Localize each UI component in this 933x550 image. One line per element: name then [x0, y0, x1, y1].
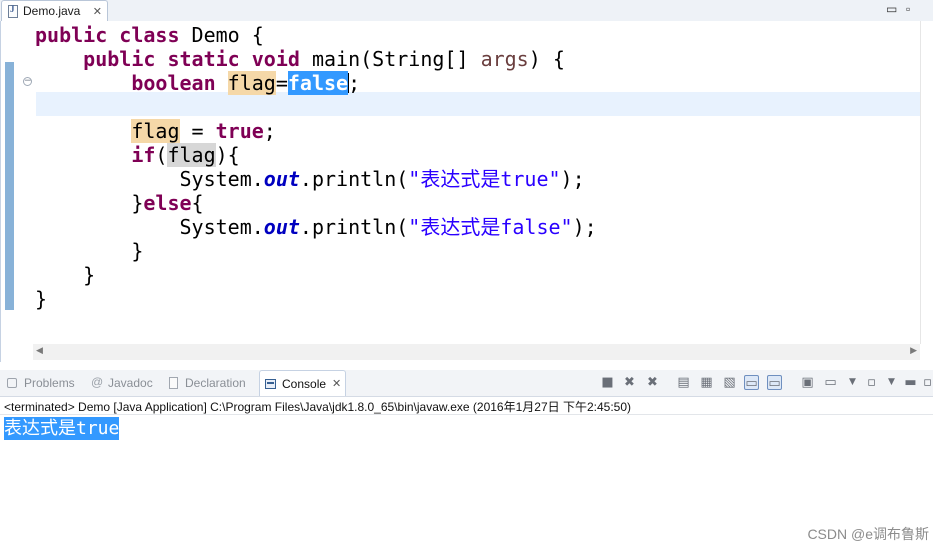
variable-occurrence: flag — [167, 143, 216, 167]
tab-declaration[interactable]: Declaration — [167, 370, 246, 396]
variable-occurrence: flag — [227, 71, 276, 95]
code-text-segment: = — [275, 71, 288, 95]
chevron-down-icon[interactable]: ▼ — [845, 375, 860, 390]
keyword: public — [35, 23, 108, 47]
console-output-text[interactable]: 表达式是true — [4, 417, 120, 440]
code-text-segment: ; — [348, 71, 361, 95]
scroll-left-icon[interactable]: ◀ — [36, 345, 43, 356]
console-icon — [264, 377, 278, 391]
horizontal-scrollbar[interactable]: ◀ ▶ — [33, 344, 920, 360]
console-output-area[interactable] — [0, 415, 933, 550]
overview-ruler[interactable] — [920, 21, 933, 344]
java-file-icon — [8, 4, 18, 18]
code-text[interactable]: public class Demo { public static void m… — [35, 23, 597, 311]
fold-collapse-icon[interactable]: − — [23, 77, 32, 86]
selected-text: false — [287, 71, 349, 95]
code-text-segment: ( — [155, 143, 168, 167]
code-line-5: flag = true; — [35, 119, 597, 143]
remove-all-icon[interactable]: ✖ — [645, 375, 660, 390]
keyword: public — [83, 47, 156, 71]
editor-tab-label: Demo.java — [23, 4, 81, 18]
code-line-8: }else{ — [35, 191, 597, 215]
keyword: else — [143, 191, 192, 215]
static-field: out — [263, 167, 300, 191]
declaration-icon — [167, 376, 181, 390]
minimize-view-icon[interactable]: ▬ — [903, 375, 918, 390]
minimize-icon[interactable]: ▭ — [886, 2, 897, 16]
code-text-segment: ); — [572, 215, 597, 239]
problems-icon — [6, 376, 20, 390]
console-status-line: <terminated> Demo [Java Application] C:\… — [4, 400, 631, 414]
keyword: true — [215, 119, 264, 143]
tab-problems[interactable]: Problems — [6, 370, 75, 396]
editor-tab-bar: Demo.java ✕ ▭ ▫ — [0, 0, 933, 22]
code-text-segment: = — [179, 119, 216, 143]
editor-tab-demo-java[interactable]: Demo.java ✕ — [1, 0, 108, 21]
tab-label: Declaration — [185, 376, 246, 390]
change-ruler-marker — [5, 62, 14, 310]
close-icon[interactable]: ✕ — [332, 377, 341, 390]
watermark: CSDN @e调布鲁斯 — [807, 526, 929, 542]
code-text-segment: } — [35, 287, 48, 311]
parameter-name: args — [480, 47, 529, 71]
maximize-icon[interactable]: ▫ — [906, 2, 910, 16]
display-console-icon[interactable]: ▭ — [823, 375, 838, 390]
javadoc-icon — [90, 375, 104, 390]
keyword: boolean — [131, 71, 216, 95]
code-text-segment: System. — [179, 167, 264, 191]
keyword: if — [131, 143, 156, 167]
code-text-segment: main(String[] — [299, 47, 481, 71]
scroll-lock-icon[interactable]: ▦ — [699, 375, 714, 390]
keyword: class — [119, 23, 180, 47]
code-text-segment: ) { — [528, 47, 565, 71]
show-on-stdout-icon[interactable]: ▭ — [744, 375, 759, 391]
word-wrap-icon[interactable]: ▧ — [722, 375, 737, 390]
remove-launch-icon[interactable]: ✖ — [622, 375, 637, 390]
code-line-1: public class Demo { — [35, 23, 597, 47]
code-text-segment: } — [83, 263, 96, 287]
code-text-segment: { — [191, 191, 204, 215]
code-text-segment: } — [131, 239, 144, 263]
code-line-2: public static void main(String[] args) { — [35, 47, 597, 71]
code-line-3: boolean flag=false; — [35, 71, 597, 95]
scroll-right-icon[interactable]: ▶ — [910, 345, 917, 356]
keyword: void — [251, 47, 300, 71]
view-tab-bar: Problems Javadoc Declaration Console ✕ — [0, 370, 933, 397]
code-text-segment: } — [131, 191, 144, 215]
open-console-icon[interactable]: ▫ — [864, 375, 879, 390]
close-icon[interactable]: ✕ — [93, 5, 102, 18]
code-line-10: } — [35, 239, 597, 263]
code-line-12: } — [35, 287, 597, 311]
code-text-segment: .println( — [299, 215, 409, 239]
variable-occurrence: flag — [131, 119, 180, 143]
tab-label: Console — [282, 376, 327, 391]
string-literal: "表达式是true" — [408, 167, 561, 191]
pin-console-icon[interactable]: ▣ — [800, 375, 815, 390]
static-field: out — [263, 215, 300, 239]
show-on-stderr-icon[interactable]: ▭ — [767, 375, 782, 391]
tab-label: Problems — [24, 376, 75, 390]
tab-label: Javadoc — [108, 376, 153, 390]
code-text-segment: Demo { — [179, 23, 264, 47]
keyword: static — [167, 47, 240, 71]
tab-javadoc[interactable]: Javadoc — [90, 370, 153, 396]
chevron-down-icon[interactable]: ▼ — [884, 375, 899, 390]
string-literal: "表达式是false" — [408, 215, 573, 239]
code-line-11: } — [35, 263, 597, 287]
code-line-7: System.out.println("表达式是true"); — [35, 167, 597, 191]
code-text-segment: ; — [263, 119, 276, 143]
clear-console-icon[interactable]: ▤ — [676, 375, 691, 390]
code-text-segment: ); — [560, 167, 585, 191]
tab-console[interactable]: Console ✕ — [259, 370, 347, 396]
terminate-icon[interactable]: ■ — [600, 375, 615, 390]
maximize-view-icon[interactable]: ▫ — [920, 375, 933, 390]
code-line-9: System.out.println("表达式是false"); — [35, 215, 597, 239]
code-text-segment: System. — [179, 215, 264, 239]
code-text-segment: ){ — [215, 143, 240, 167]
code-text-segment: .println( — [299, 167, 409, 191]
code-line-6: if(flag){ — [35, 143, 597, 167]
